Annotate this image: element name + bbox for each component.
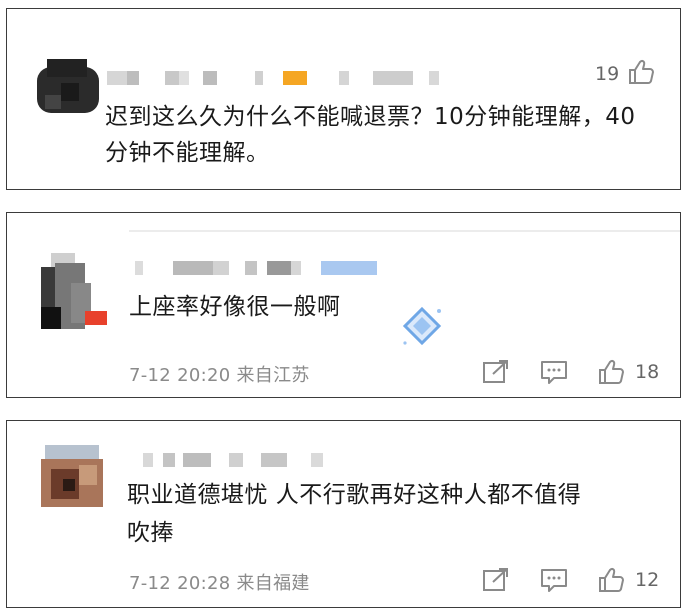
comment-text-line-2: 吹捧	[127, 520, 174, 546]
username-blurred[interactable]	[143, 453, 343, 467]
comment-card-1: 19 迟到这么久为什么不能喊退票？10分钟能理解，40分钟不能理解。	[6, 8, 681, 190]
avatar[interactable]	[41, 253, 107, 329]
like-count: 12	[635, 569, 660, 591]
username-blurred[interactable]	[135, 261, 395, 275]
avatar[interactable]	[37, 59, 99, 121]
timestamp-location: 7-12 20:20 来自江苏	[129, 365, 310, 386]
diamond-badge-icon	[402, 306, 442, 346]
like-count: 19	[595, 63, 620, 85]
username-blurred[interactable]	[107, 71, 487, 85]
comment-icon[interactable]	[539, 567, 569, 593]
share-icon[interactable]	[481, 359, 511, 385]
thumbs-up-icon[interactable]	[597, 567, 627, 593]
share-icon[interactable]	[481, 567, 511, 593]
comment-text-line-1: 职业道德堪忧 人不行歌再好这种人都不值得	[127, 482, 582, 508]
thumbs-up-icon[interactable]	[627, 59, 655, 85]
avatar[interactable]	[41, 445, 103, 507]
comment-card-3: 职业道德堪忧 人不行歌再好这种人都不值得 吹捧 7-12 20:28 来自福建 …	[6, 420, 681, 608]
comment-card-2: 上座率好像很一般啊 7-12 20:20 来自江苏 18	[6, 212, 681, 398]
thumbs-up-icon[interactable]	[597, 359, 627, 385]
divider	[129, 230, 680, 232]
comment-text: 迟到这么久为什么不能喊退票？10分钟能理解，40分钟不能理解。	[105, 104, 636, 166]
like-count: 18	[635, 361, 660, 383]
comment-icon[interactable]	[539, 359, 569, 385]
comment-text: 上座率好像很一般啊	[129, 294, 341, 320]
timestamp-location: 7-12 20:28 来自福建	[129, 573, 310, 594]
